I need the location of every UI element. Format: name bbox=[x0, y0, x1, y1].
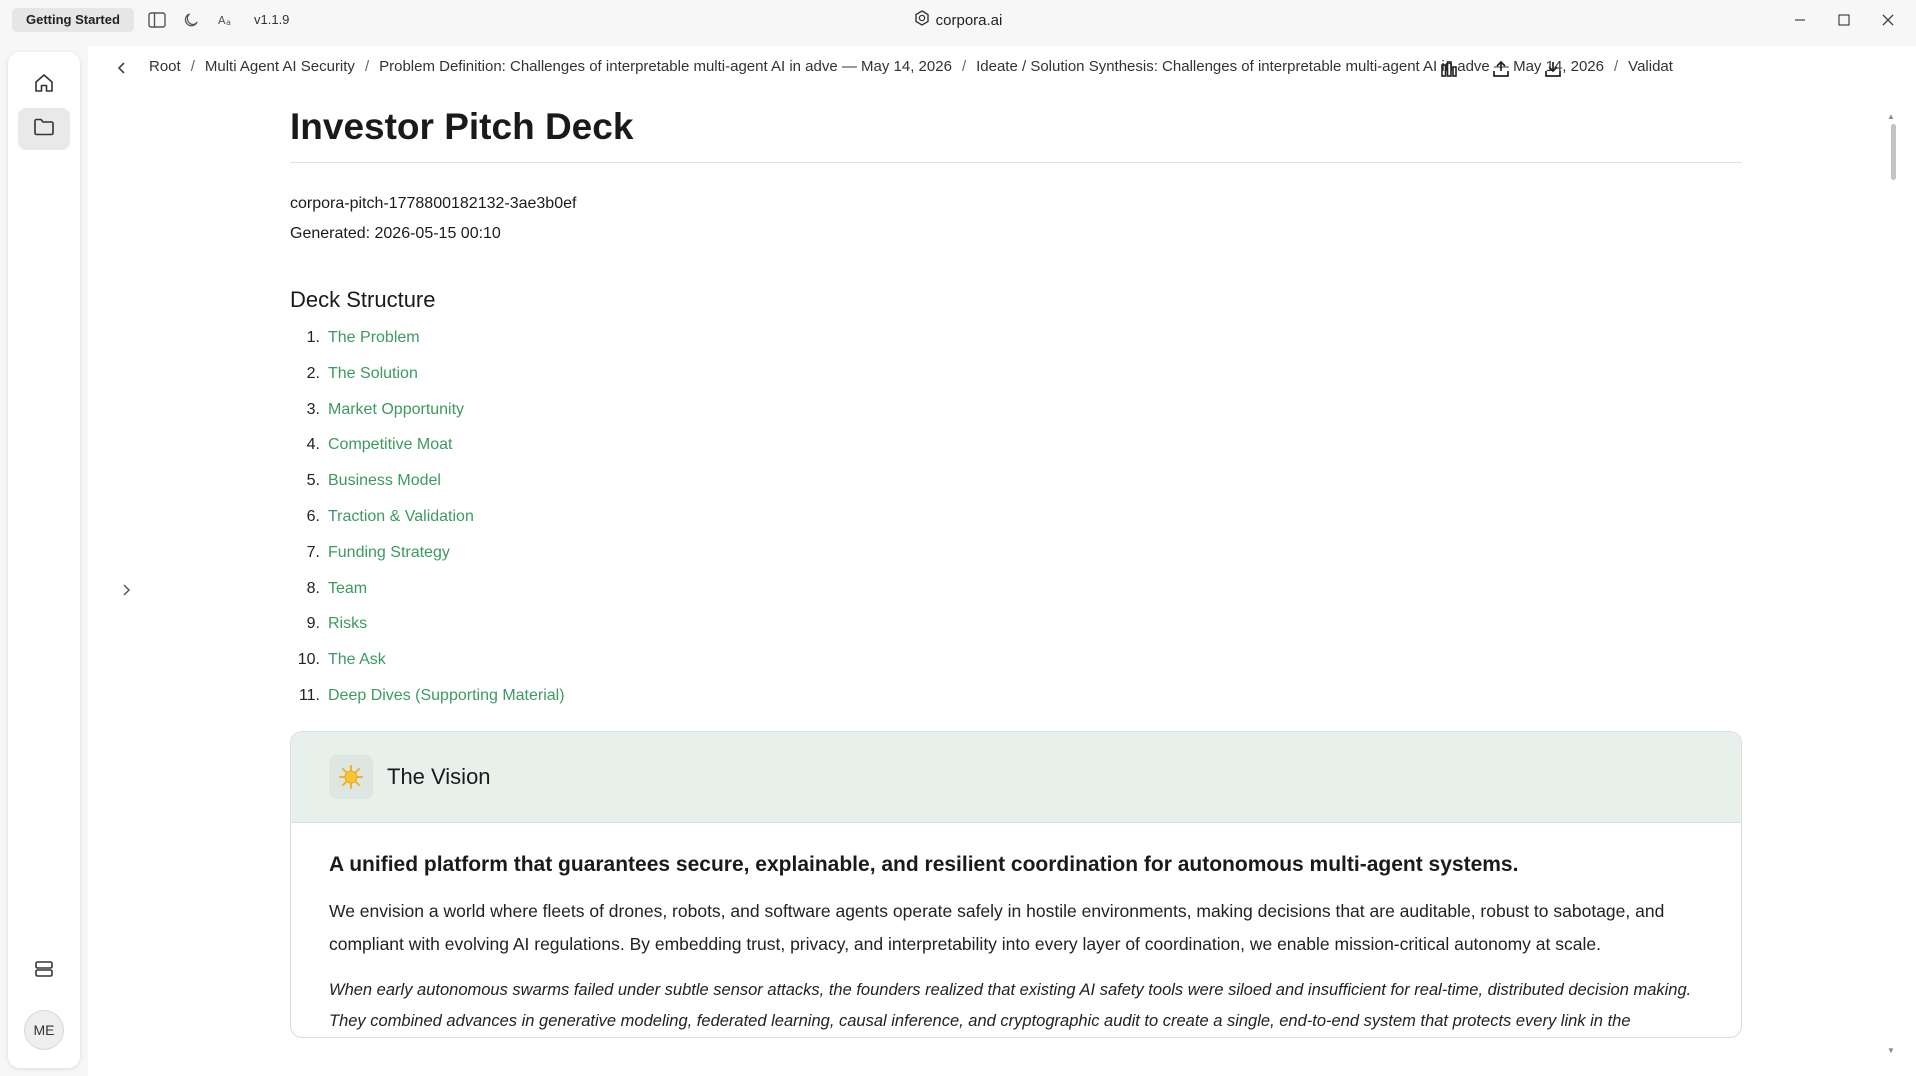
list-number: 10. bbox=[297, 651, 320, 669]
avatar[interactable]: ME bbox=[24, 1010, 64, 1050]
toc-link[interactable]: The Ask bbox=[328, 649, 386, 685]
svg-text:A: A bbox=[218, 14, 226, 27]
document-meta: corpora-pitch-1778800182132-3ae3b0ef Gen… bbox=[290, 189, 1742, 249]
breadcrumb-separator: / bbox=[190, 58, 195, 75]
toc-link[interactable]: Business Model bbox=[328, 470, 441, 506]
list-item: 6. Traction & Validation bbox=[290, 506, 1742, 542]
list-item: 1. The Problem bbox=[290, 327, 1742, 363]
vision-story: When early autonomous swarms failed unde… bbox=[329, 980, 1692, 1030]
list-number: 11. bbox=[298, 686, 320, 704]
toc-link[interactable]: Traction & Validation bbox=[328, 506, 474, 542]
home-icon bbox=[33, 72, 55, 99]
scroll-up-arrow-icon[interactable]: ▲ bbox=[1887, 112, 1895, 121]
version-label: v1.1.9 bbox=[254, 12, 290, 27]
list-item: 7. Funding Strategy bbox=[290, 542, 1742, 578]
minimize-icon[interactable] bbox=[1785, 8, 1815, 32]
database-icon bbox=[33, 958, 55, 985]
toc-link[interactable]: The Problem bbox=[328, 327, 420, 363]
moon-icon[interactable] bbox=[180, 9, 202, 31]
breadcrumb-separator: / bbox=[364, 58, 370, 75]
vision-card: The Vision A unified platform that guara… bbox=[290, 730, 1742, 1038]
title-bar: Getting Started Aa v1.1.9 corpora.ai bbox=[0, 0, 1916, 40]
folder-icon bbox=[33, 117, 55, 142]
list-item: 9. Risks bbox=[290, 613, 1742, 649]
page-title: Investor Pitch Deck bbox=[290, 104, 1742, 163]
home-button[interactable] bbox=[18, 64, 70, 106]
scroll-down-arrow-icon[interactable]: ▼ bbox=[1887, 1046, 1895, 1055]
corpora-logo-icon bbox=[914, 10, 930, 30]
maximize-icon[interactable] bbox=[1829, 8, 1859, 32]
vision-card-header: The Vision bbox=[291, 731, 1741, 823]
list-number: 5. bbox=[306, 472, 320, 490]
list-item: 2. The Solution bbox=[290, 363, 1742, 399]
list-item: 5. Business Model bbox=[290, 470, 1742, 506]
list-number: 4. bbox=[306, 436, 320, 454]
list-number: 3. bbox=[306, 400, 320, 418]
files-button[interactable] bbox=[18, 108, 70, 150]
toc-link[interactable]: Risks bbox=[328, 613, 367, 649]
sun-emoji-icon bbox=[329, 754, 373, 799]
list-item: 3. Market Opportunity bbox=[290, 399, 1742, 435]
breadcrumb-item[interactable]: Root bbox=[149, 58, 181, 75]
list-number: 1. bbox=[306, 329, 320, 346]
deck-structure-heading: Deck Structure bbox=[290, 287, 436, 312]
breadcrumb-trail: Root / Multi Agent AI Security / Problem Def… bbox=[149, 58, 1829, 80]
list-item: 8. Team bbox=[290, 578, 1742, 614]
deck-structure-list: 1. The Problem 2. The Solution 3. Market Op… bbox=[290, 327, 1742, 721]
breadcrumb-item[interactable]: Multi Agent AI Security bbox=[205, 58, 355, 75]
storage-button[interactable] bbox=[18, 950, 70, 992]
expand-panel-chevron-icon[interactable] bbox=[116, 578, 136, 602]
back-chevron-icon[interactable] bbox=[112, 58, 132, 78]
scrollbar[interactable] bbox=[1890, 116, 1898, 1066]
vision-card-body: A unified platform that guarantees secur… bbox=[291, 823, 1741, 1037]
toc-link[interactable]: Funding Strategy bbox=[328, 542, 450, 578]
vision-lead: A unified platform that guarantees secur… bbox=[329, 852, 1519, 876]
breadcrumb-separator: / bbox=[961, 58, 967, 75]
breadcrumb-item[interactable]: Validat bbox=[1628, 58, 1673, 75]
stats-button[interactable] bbox=[1432, 56, 1466, 86]
breadcrumb-fade bbox=[1728, 54, 1818, 84]
list-item: 4. Competitive Moat bbox=[290, 434, 1742, 470]
upload-icon bbox=[1492, 60, 1510, 83]
list-number: 2. bbox=[306, 364, 320, 382]
toc-link[interactable]: Market Opportunity bbox=[328, 399, 464, 435]
vision-card-title: The Vision bbox=[387, 763, 491, 789]
close-icon[interactable] bbox=[1873, 8, 1903, 32]
font-size-icon[interactable]: Aa bbox=[216, 9, 238, 31]
vision-paragraph: We envision a world where fleets of dron… bbox=[329, 900, 1665, 954]
list-number: 6. bbox=[306, 507, 320, 525]
app-name: corpora.ai bbox=[935, 11, 1003, 29]
scrollbar-thumb[interactable] bbox=[1891, 124, 1896, 180]
list-number: 8. bbox=[306, 579, 320, 597]
getting-started-button[interactable]: Getting Started bbox=[12, 8, 134, 32]
breadcrumb-separator: / bbox=[1614, 58, 1619, 75]
list-number: 9. bbox=[306, 615, 320, 633]
left-rail: ME bbox=[8, 52, 80, 1068]
svg-text:a: a bbox=[226, 18, 231, 27]
document: Investor Pitch Deck corpora-pitch-177880… bbox=[290, 104, 1742, 1038]
breadcrumb-item[interactable]: Problem Definition: Challenges of interp… bbox=[379, 58, 952, 75]
list-item: 11. Deep Dives (Supporting Material) bbox=[290, 685, 1742, 721]
toc-link[interactable]: Competitive Moat bbox=[328, 434, 453, 470]
main-panel: Root / Multi Agent AI Security / Problem Def… bbox=[88, 46, 1916, 1076]
generated-timestamp: Generated: 2026-05-15 00:10 bbox=[290, 225, 501, 242]
download-icon bbox=[1544, 60, 1562, 83]
list-item: 10. The Ask bbox=[290, 649, 1742, 685]
toc-link[interactable]: Deep Dives (Supporting Material) bbox=[328, 685, 565, 721]
toc-link[interactable]: The Solution bbox=[328, 363, 418, 399]
list-number: 7. bbox=[306, 543, 320, 561]
download-button[interactable] bbox=[1536, 56, 1570, 86]
document-id: corpora-pitch-1778800182132-3ae3b0ef bbox=[290, 195, 577, 212]
breadcrumb: Root / Multi Agent AI Security / Problem Def… bbox=[88, 46, 1916, 90]
share-button[interactable] bbox=[1484, 56, 1518, 86]
toc-link[interactable]: Team bbox=[328, 578, 367, 614]
sidebar-toggle-icon[interactable] bbox=[146, 9, 168, 31]
bar-chart-icon bbox=[1440, 60, 1458, 83]
